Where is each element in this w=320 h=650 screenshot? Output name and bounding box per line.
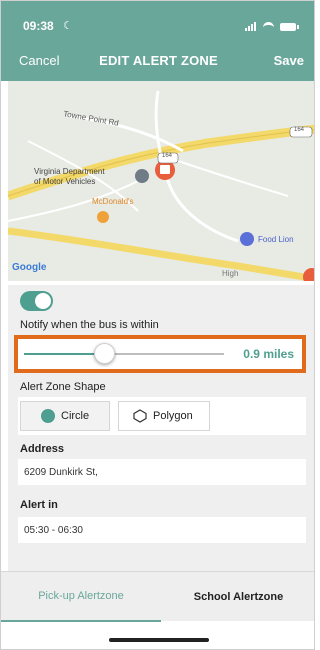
map-label-mcdonalds: McDonald's [92,197,134,206]
map-label-route: 164 [162,153,173,159]
save-button[interactable]: Save [274,53,304,68]
distance-value: 0.9 miles [243,347,294,361]
header: 09:38 ☾ Cancel EDIT ALERT ZONE Save [1,1,314,81]
distance-slider-box: 0.9 miles [14,335,306,373]
status-time: 09:38 [23,19,54,33]
tab-bar: Pick-up Alertzone School Alertzone [1,571,314,622]
shopping-pin-icon [240,232,254,246]
distance-slider-fill [24,353,104,355]
map-label-high: High [222,269,239,278]
alert-toggle[interactable] [20,291,53,311]
map-view[interactable]: Towne Point Rd 164 164 Virginia Departme… [8,81,314,281]
nav-bar: Cancel EDIT ALERT ZONE Save [1,53,314,71]
phone-screen: 09:38 ☾ Cancel EDIT ALERT ZONE Save Town… [0,0,315,650]
map-label-dmv: Virginia Department of Motor Vehicles [34,167,105,186]
distance-slider-thumb[interactable] [93,343,115,364]
wifi-icon [263,22,274,31]
notify-label: Notify when the bus is within [20,319,159,331]
polygon-option-button[interactable]: Polygon [118,401,210,431]
tab-school-alertzone[interactable]: School Alertzone [161,572,314,622]
google-logo: Google [12,262,47,273]
status-icons [245,22,299,31]
battery-icon [280,22,299,31]
page-title: EDIT ALERT ZONE [99,53,218,68]
polygon-icon [133,409,147,423]
address-label: Address [20,443,65,455]
toggle-knob [35,293,51,309]
status-bar: 09:38 ☾ [1,19,314,35]
alert-in-label: Alert in [20,499,58,511]
distance-slider-track[interactable] [24,353,224,355]
map-label-route: 164 [294,127,305,133]
tab-pickup-alertzone[interactable]: Pick-up Alertzone [1,572,161,622]
signal-icon [245,22,257,31]
settings-panel: Notify when the bus is within 0.9 miles … [8,285,314,571]
moon-icon: ☾ [63,20,73,32]
shape-options: Circle Polygon [18,397,306,435]
circle-radio-icon [41,409,55,423]
alert-in-field[interactable]: 05:30 - 06:30 [18,517,306,543]
restaurant-pin-icon [97,211,109,223]
home-indicator [109,638,209,642]
map-label-food-lion: Food Lion [258,235,294,244]
address-field[interactable]: 6209 Dunkirk St, [18,459,306,485]
circle-option-button[interactable]: Circle [20,401,110,431]
shape-label: Alert Zone Shape [20,381,106,393]
circle-option-label: Circle [61,410,90,422]
polygon-option-label: Polygon [153,410,193,422]
